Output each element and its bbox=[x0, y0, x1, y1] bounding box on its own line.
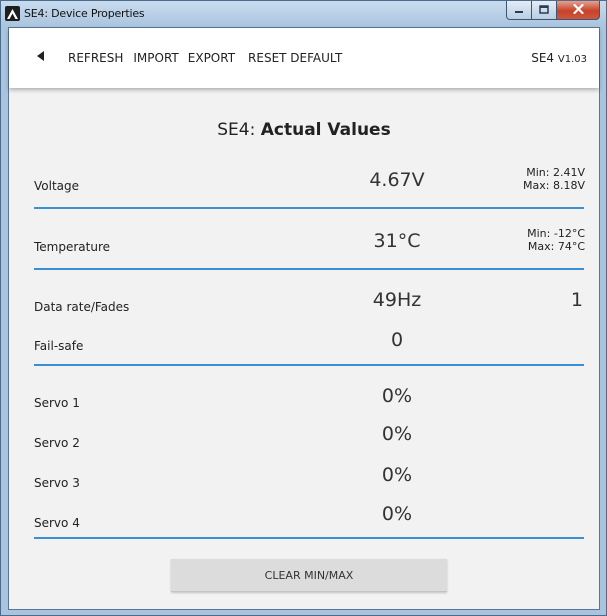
title-bar[interactable]: SE4: Device Properties bbox=[1, 1, 606, 27]
export-button[interactable]: EXPORT bbox=[188, 51, 235, 65]
page-title-prefix: SE4: bbox=[217, 120, 256, 140]
page-title-main: Actual Values bbox=[260, 120, 391, 140]
maximize-button[interactable] bbox=[532, 1, 557, 20]
fades-value: 1 bbox=[570, 289, 583, 311]
minimize-button[interactable] bbox=[506, 1, 532, 20]
failsafe-label: Fail-safe bbox=[34, 339, 84, 353]
temperature-label: Temperature bbox=[34, 240, 111, 254]
servo-3-label: Servo 3 bbox=[34, 476, 80, 490]
servo-4-value: 0% bbox=[381, 503, 413, 525]
temperature-min: Min: -12°C bbox=[527, 227, 585, 240]
servo-2-value: 0% bbox=[381, 423, 413, 445]
triangle-left-icon bbox=[37, 48, 45, 66]
minimize-icon bbox=[514, 1, 524, 19]
failsafe-value: 0 bbox=[390, 329, 404, 351]
window-title: SE4: Device Properties bbox=[24, 7, 145, 20]
clear-min-max-label: CLEAR MIN/MAX bbox=[264, 568, 354, 582]
reset-default-button[interactable]: RESET DEFAULT bbox=[248, 51, 342, 65]
servo-1-label: Servo 1 bbox=[34, 396, 80, 410]
servo-2-label: Servo 2 bbox=[34, 436, 80, 450]
content-panel: SE4: Actual Values Voltage 4.67V Min: 2.… bbox=[9, 88, 599, 609]
voltage-label: Voltage bbox=[34, 179, 80, 193]
device-name: SE4 bbox=[531, 51, 555, 65]
app-logo-icon bbox=[5, 6, 20, 21]
maximize-icon bbox=[539, 1, 549, 19]
refresh-button[interactable]: REFRESH bbox=[68, 51, 123, 65]
toolbar-menu: REFRESH IMPORT EXPORT RESET DEFAULT bbox=[68, 51, 342, 65]
clear-min-max-button[interactable]: CLEAR MIN/MAX bbox=[171, 559, 447, 592]
temperature-max: Max: 74°C bbox=[527, 240, 585, 253]
device-label: SE4 V1.03 bbox=[531, 51, 587, 65]
divider bbox=[34, 207, 584, 209]
voltage-min: Min: 2.41V bbox=[526, 166, 585, 179]
voltage-max: Max: 8.18V bbox=[523, 179, 585, 192]
voltage-minmax: Min: 2.41V Max: 8.18V bbox=[523, 166, 585, 192]
close-icon bbox=[572, 1, 584, 19]
data-rate-value: 49Hz bbox=[372, 289, 422, 311]
app-window: SE4: Device Properties REFRESH IMPORT EX… bbox=[0, 0, 607, 616]
temperature-minmax: Min: -12°C Max: 74°C bbox=[527, 227, 585, 253]
back-button[interactable] bbox=[34, 50, 48, 64]
divider bbox=[34, 364, 584, 366]
data-rate-label: Data rate/Fades bbox=[34, 300, 130, 314]
import-button[interactable]: IMPORT bbox=[133, 51, 178, 65]
divider bbox=[34, 268, 584, 270]
client-area: REFRESH IMPORT EXPORT RESET DEFAULT SE4 … bbox=[8, 27, 600, 610]
page-title: SE4: Actual Values bbox=[9, 120, 599, 140]
servo-4-label: Servo 4 bbox=[34, 516, 80, 530]
toolbar: REFRESH IMPORT EXPORT RESET DEFAULT SE4 … bbox=[9, 28, 599, 88]
voltage-value: 4.67V bbox=[369, 169, 425, 191]
close-button[interactable] bbox=[557, 1, 600, 20]
temperature-value: 31°C bbox=[373, 230, 421, 252]
device-version: V1.03 bbox=[557, 54, 587, 65]
divider bbox=[34, 537, 584, 539]
window-controls bbox=[506, 1, 600, 20]
servo-1-value: 0% bbox=[381, 385, 413, 407]
servo-3-value: 0% bbox=[381, 464, 413, 486]
